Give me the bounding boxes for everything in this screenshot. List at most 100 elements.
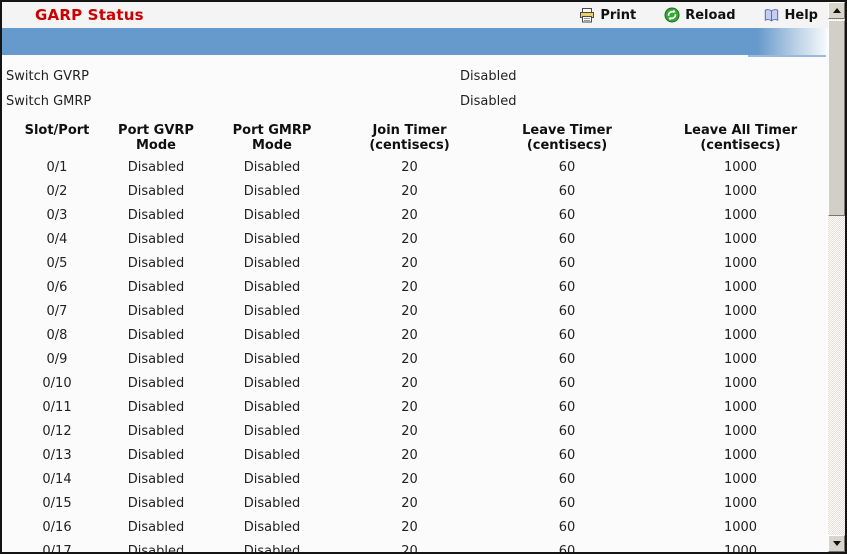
table-cell: 20	[401, 472, 418, 487]
table-cell: Disabled	[127, 280, 185, 295]
help-button[interactable]: Help	[763, 7, 818, 23]
table-row: 0/1 Disabled Disabled 20 60 1000	[4, 156, 824, 180]
table-cell: Disabled	[127, 328, 185, 343]
table-cell: 0/9	[46, 352, 68, 367]
table-cell: 60	[558, 520, 576, 535]
table-cell: 1000	[723, 232, 758, 247]
help-label: Help	[784, 7, 818, 23]
table-cell: 20	[401, 520, 418, 535]
col-header-port-gmrp-mode: Port GMRP Mode	[232, 123, 312, 153]
print-button[interactable]: Print	[578, 7, 636, 23]
switch-gmrp-row: Switch GMRP Disabled	[4, 90, 845, 115]
table-cell: 60	[558, 544, 576, 554]
table-cell: Disabled	[127, 472, 185, 487]
table-cell: 60	[558, 232, 576, 247]
table-cell: 0/3	[46, 208, 68, 223]
toolbar: Print Reload Help	[578, 7, 818, 23]
table-cell: 60	[558, 472, 576, 487]
table-cell: 1000	[723, 376, 758, 391]
switch-gvrp-row: Switch GVRP Disabled	[4, 65, 845, 90]
table-cell: 1000	[723, 304, 758, 319]
table-cell: 1000	[723, 544, 758, 554]
vertical-scrollbar[interactable]	[828, 2, 845, 552]
table-cell: 60	[558, 280, 576, 295]
table-cell: Disabled	[127, 424, 185, 439]
table-cell: 1000	[723, 184, 758, 199]
table-cell: 20	[401, 304, 418, 319]
table-row: 0/6 Disabled Disabled 20 60 1000	[4, 276, 824, 300]
table-cell: 0/7	[46, 304, 68, 319]
table-cell: Disabled	[243, 328, 301, 343]
col-header-leave-all-timer: Leave All Timer (centisecs)	[683, 123, 798, 153]
table-cell: Disabled	[127, 544, 185, 554]
table-row: 0/13 Disabled Disabled 20 60 1000	[4, 444, 824, 468]
table-cell: 0/6	[46, 280, 68, 295]
table-cell: 0/4	[46, 232, 68, 247]
scroll-up-button[interactable]	[828, 2, 845, 19]
table-cell: Disabled	[243, 448, 301, 463]
table-cell: Disabled	[243, 544, 301, 554]
table-cell: 0/12	[42, 424, 72, 439]
table-cell: 1000	[723, 448, 758, 463]
table-cell: 1000	[723, 208, 758, 223]
switch-gvrp-value: Disabled	[460, 69, 517, 84]
table-cell: 60	[558, 352, 576, 367]
table-cell: Disabled	[243, 520, 301, 535]
table-cell: 20	[401, 352, 418, 367]
col-header-port-gvrp-mode: Port GVRP Mode	[118, 123, 194, 153]
table-cell: Disabled	[243, 208, 301, 223]
table-cell: Disabled	[127, 160, 185, 175]
table-cell: 0/10	[42, 376, 72, 391]
table-row: 0/10 Disabled Disabled 20 60 1000	[4, 372, 824, 396]
table-cell: 60	[558, 184, 576, 199]
reload-button[interactable]: Reload	[663, 7, 736, 23]
table-cell: 20	[401, 184, 418, 199]
table-cell: 1000	[723, 400, 758, 415]
table-cell: 20	[401, 328, 418, 343]
table-cell: 20	[401, 424, 418, 439]
table-row: 0/8 Disabled Disabled 20 60 1000	[4, 324, 824, 348]
scrollbar-track[interactable]	[828, 19, 845, 535]
reload-label: Reload	[685, 7, 736, 23]
switch-gmrp-value: Disabled	[460, 94, 517, 109]
table-cell: 0/15	[42, 496, 72, 511]
table-row: 0/5 Disabled Disabled 20 60 1000	[4, 252, 824, 276]
table-cell: 0/8	[46, 328, 68, 343]
table-cell: 20	[401, 208, 418, 223]
table-row: 0/7 Disabled Disabled 20 60 1000	[4, 300, 824, 324]
table-cell: Disabled	[243, 496, 301, 511]
table-cell: 20	[401, 376, 418, 391]
table-cell: Disabled	[243, 280, 301, 295]
table-cell: Disabled	[127, 448, 185, 463]
table-cell: 1000	[723, 520, 758, 535]
table-cell: Disabled	[127, 376, 185, 391]
table-row: 0/16 Disabled Disabled 20 60 1000	[4, 516, 824, 540]
table-cell: 0/1	[46, 160, 68, 175]
scroll-up-arrow-icon	[832, 8, 841, 13]
table-cell: 1000	[723, 160, 758, 175]
table-row: 0/4 Disabled Disabled 20 60 1000	[4, 228, 824, 252]
table-cell: 60	[558, 328, 576, 343]
table-cell: 1000	[723, 472, 758, 487]
table-cell: 0/16	[42, 520, 72, 535]
scrollbar-thumb[interactable]	[828, 20, 845, 216]
table-cell: Disabled	[243, 232, 301, 247]
table-cell: 0/17	[42, 544, 72, 554]
main-content: Switch GVRP Disabled Switch GMRP Disable…	[2, 55, 845, 554]
table-cell: Disabled	[127, 184, 185, 199]
table-cell: 0/5	[46, 256, 68, 271]
table-cell: 0/14	[42, 472, 72, 487]
table-cell: 1000	[723, 328, 758, 343]
scroll-down-arrow-icon	[832, 541, 841, 546]
table-row: 0/2 Disabled Disabled 20 60 1000	[4, 180, 824, 204]
print-label: Print	[600, 7, 637, 23]
table-cell: Disabled	[243, 304, 301, 319]
table-row: 0/15 Disabled Disabled 20 60 1000	[4, 492, 824, 516]
scroll-down-button[interactable]	[828, 535, 845, 552]
table-cell: 60	[558, 376, 576, 391]
table-cell: Disabled	[243, 352, 301, 367]
table-cell: 20	[401, 256, 418, 271]
table-cell: Disabled	[127, 352, 185, 367]
table-cell: Disabled	[243, 400, 301, 415]
table-cell: 0/2	[46, 184, 68, 199]
